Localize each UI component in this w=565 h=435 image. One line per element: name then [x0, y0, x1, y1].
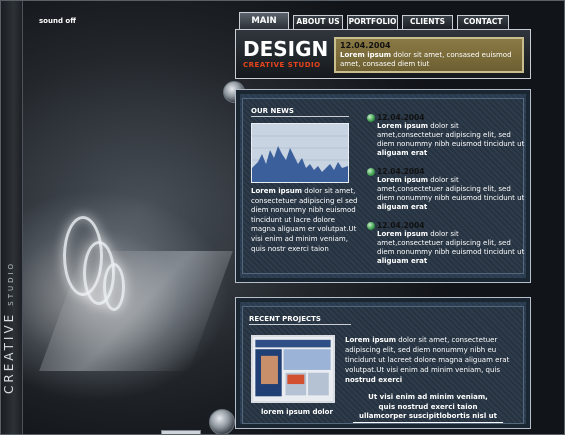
project-thumbnail[interactable]	[251, 335, 335, 403]
header-banner: DESIGN CREATIVE STUDIO 12.04.2004 Lorem …	[235, 29, 531, 79]
brand-vertical-sub: STUDIO	[7, 260, 15, 306]
site-title: DESIGN	[243, 37, 329, 61]
news-tail: aliguam erat	[377, 149, 428, 157]
site-canvas: CREATIVE STUDIO sound off MAIN ABOUT US P…	[0, 0, 565, 435]
project-screenshot-graphic	[253, 337, 333, 401]
project-description: Lorem ipsum dolor sit amet, consectetuer…	[345, 335, 521, 385]
bullet-icon	[367, 168, 375, 176]
news-intro-text: Lorem ipsum dolor sit amet, consectetuer…	[251, 187, 361, 273]
news-tail: aliguam erat	[377, 203, 428, 211]
side-strip: CREATIVE STUDIO	[1, 1, 23, 434]
ticker-date: 12.04.2004	[340, 41, 391, 50]
bullet-icon	[367, 114, 375, 122]
news-item[interactable]: 12.04.2004 Lorem ipsum dolor sit amet,co…	[367, 113, 527, 158]
knob-decoration	[209, 409, 235, 434]
ticker-lead: Lorem ipsum	[340, 51, 392, 59]
news-date: 12.04.2004	[377, 113, 425, 122]
news-intro-lead: Lorem ipsum	[251, 187, 303, 195]
projects-heading: RECENT PROJECTS	[249, 315, 351, 325]
project-quote-line: ullamcorper suscipitlobortis nisl ut	[353, 412, 503, 423]
site-subtitle: CREATIVE STUDIO	[243, 61, 321, 69]
tunnel-ring	[103, 263, 125, 311]
project-quote: Ut visi enim ad minim veniam, quis nostr…	[353, 393, 503, 423]
news-lead: Lorem ipsum	[377, 230, 429, 238]
news-date: 12.04.2004	[377, 221, 425, 230]
tab-main[interactable]: MAIN	[239, 12, 289, 29]
project-quote-line: quis nostrud exerci taion	[378, 402, 478, 411]
news-panel: OUR NEWS Lorem ipsum dolor sit amet, con…	[235, 89, 531, 283]
news-ticker: 12.04.2004 Lorem ipsum dolor sit amet, c…	[334, 37, 524, 73]
news-heading: OUR NEWS	[251, 107, 349, 117]
news-lead: Lorem ipsum	[377, 176, 429, 184]
tab-portfolio[interactable]: PORTFOLIO	[347, 15, 398, 29]
news-chart-graphic	[252, 124, 348, 182]
brand-vertical-main: CREATIVE	[2, 311, 16, 394]
news-date: 12.04.2004	[377, 167, 425, 176]
brand-vertical: CREATIVE STUDIO	[2, 260, 18, 394]
news-item[interactable]: 12.04.2004 Lorem ipsum dolor sit amet,co…	[367, 221, 527, 266]
bullet-icon	[367, 222, 375, 230]
news-chart-image	[251, 123, 349, 183]
tab-about-us[interactable]: ABOUT US	[293, 15, 343, 29]
project-tail: nostrud exerci	[345, 376, 403, 384]
projects-panel: RECENT PROJECTS lorem ipsum dolor Lorem …	[235, 297, 531, 429]
news-tail: aliguam erat	[377, 257, 428, 265]
tab-clients[interactable]: CLIENTS	[402, 15, 453, 29]
news-item[interactable]: 12.04.2004 Lorem ipsum dolor sit amet,co…	[367, 167, 527, 212]
sound-toggle[interactable]: sound off	[39, 17, 76, 25]
project-caption: lorem ipsum dolor	[261, 408, 333, 416]
project-lead: Lorem ipsum	[345, 336, 397, 344]
projects-panel-inner: RECENT PROJECTS lorem ipsum dolor Lorem …	[242, 306, 524, 424]
horizontal-scrollbar[interactable]	[161, 430, 201, 434]
project-quote-line: Ut visi enim ad minim veniam,	[368, 393, 488, 401]
news-lead: Lorem ipsum	[377, 122, 429, 130]
news-intro-body: dolor sit amet, consectetuer adipiscing …	[251, 187, 358, 253]
news-panel-inner: OUR NEWS Lorem ipsum dolor sit amet, con…	[242, 98, 524, 274]
ticker-text: Lorem ipsum dolor sit amet, consased eui…	[340, 51, 518, 69]
tab-contact-us[interactable]: CONTACT US	[457, 15, 509, 38]
